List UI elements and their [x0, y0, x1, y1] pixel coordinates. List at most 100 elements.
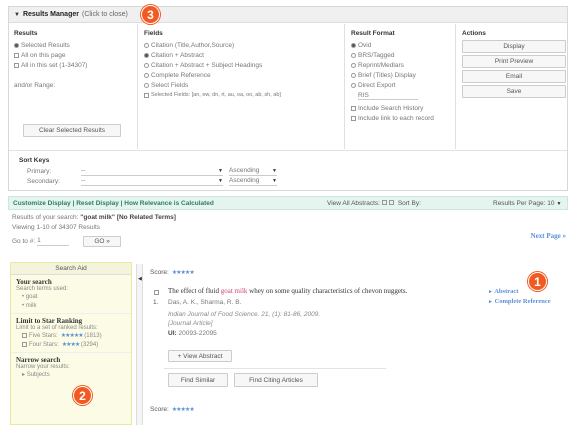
- email-button[interactable]: Email: [462, 70, 566, 83]
- results-per-page[interactable]: Results Per Page: 10 ▼: [493, 200, 561, 207]
- results-manager-columns: Results Selected Results All on this pag…: [9, 24, 567, 149]
- five-stars-icon: ★★★★★: [171, 270, 195, 276]
- search-aid-tab[interactable]: Search Aid: [11, 263, 131, 275]
- sort-by-label[interactable]: Sort By:: [389, 200, 421, 207]
- results-manager-header[interactable]: ▼ Results Manager (Click to close): [9, 7, 567, 23]
- option-all-on-page[interactable]: All on this page: [14, 50, 132, 60]
- results-column-title: Results: [14, 30, 38, 37]
- chevron-down-icon: ▼: [272, 177, 277, 184]
- print-preview-button[interactable]: Print Preview: [462, 55, 566, 68]
- option-citation-abstract-subject[interactable]: Citation + Abstract + Subject Headings: [144, 60, 339, 70]
- checkbox-icon[interactable]: [351, 105, 356, 111]
- secondary-sort-select[interactable]: -- ▼: [81, 177, 223, 186]
- search-term-goat[interactable]: • goat: [16, 292, 126, 301]
- option-brief-display[interactable]: Brief (Titles) Display: [351, 70, 450, 80]
- radio-selected-icon[interactable]: [351, 42, 356, 48]
- results-manager-panel: ▼ Results Manager (Click to close) Resul…: [8, 5, 568, 191]
- radio-icon[interactable]: [351, 62, 356, 68]
- option-citation[interactable]: Citation (Title,Author,Source): [144, 40, 339, 50]
- direct-export-select[interactable]: RIS: [358, 91, 418, 100]
- results-manager-title: Results Manager: [22, 11, 79, 18]
- range-label: and/or Range:: [14, 81, 56, 89]
- next-page-link[interactable]: Next Page »: [531, 232, 566, 240]
- include-link-record[interactable]: Include link to each record: [351, 113, 450, 123]
- sort-secondary-row: Secondary: -- ▼ Ascending ▼: [27, 177, 277, 186]
- radio-icon[interactable]: [144, 62, 149, 68]
- option-ovid[interactable]: Ovid: [351, 40, 450, 50]
- article-title-link[interactable]: The effect of fluid goat milk whey on so…: [168, 287, 407, 295]
- narrow-search-section: Narrow search Narrow your results: ▸ Sub…: [11, 352, 131, 382]
- radio-icon[interactable]: [351, 52, 356, 58]
- article-pubtype: [Journal Article]: [168, 320, 213, 327]
- checkbox-icon[interactable]: [14, 52, 19, 58]
- collapse-triangle-icon[interactable]: ▼: [14, 12, 20, 18]
- goto-row: Go to #: 1 GO »: [12, 236, 122, 247]
- checkbox-icon[interactable]: [381, 200, 387, 206]
- radio-icon[interactable]: [144, 42, 149, 48]
- radio-selected-icon[interactable]: [144, 52, 149, 58]
- display-options-links[interactable]: Customize Display | Reset Display | How …: [13, 200, 214, 207]
- radio-icon[interactable]: [144, 72, 149, 78]
- search-term-milk[interactable]: • milk: [16, 301, 126, 310]
- triangle-right-icon: ▸: [22, 372, 26, 378]
- option-complete-reference[interactable]: Complete Reference: [144, 70, 339, 80]
- triangle-right-icon: ►: [488, 290, 493, 295]
- complete-reference-link[interactable]: ► Complete Reference: [488, 298, 551, 305]
- checkbox-icon[interactable]: [22, 342, 27, 347]
- find-similar-button[interactable]: Find Similar: [168, 373, 228, 387]
- secondary-order-select[interactable]: Ascending ▼: [229, 177, 277, 186]
- radio-selected-icon[interactable]: [14, 42, 19, 48]
- collapse-arrow-icon[interactable]: ◀: [138, 276, 142, 282]
- narrow-subjects[interactable]: ▸ Subjects: [16, 370, 126, 379]
- checkbox-icon[interactable]: [351, 115, 356, 121]
- results-of-search: Results of your search: "goat milk" [No …: [12, 214, 176, 221]
- checkbox-icon[interactable]: [22, 333, 27, 338]
- star-ranking-section: Limit to Star Ranking Limit to a set of …: [11, 313, 131, 352]
- option-citation-abstract[interactable]: Citation + Abstract: [144, 50, 339, 60]
- option-reprint-medlars[interactable]: Reprint/Medlars: [351, 60, 450, 70]
- option-direct-export[interactable]: Direct Export: [351, 80, 450, 90]
- four-stars-filter[interactable]: Four Stars: ★★★★ (3294): [16, 340, 126, 349]
- checkbox-icon[interactable]: [389, 200, 394, 206]
- radio-icon[interactable]: [144, 82, 149, 88]
- option-select-fields[interactable]: Select Fields: [144, 80, 339, 90]
- result-select-checkbox[interactable]: [154, 290, 159, 295]
- radio-icon[interactable]: [351, 72, 356, 78]
- result-format-column: Result Format Ovid BRS/Tagged Reprint/Me…: [346, 24, 456, 149]
- chevron-down-icon: ▼: [272, 167, 277, 174]
- primary-sort-select[interactable]: -- ▼: [81, 167, 223, 176]
- view-all-abstracts-label[interactable]: View All Abstracts:: [327, 200, 389, 207]
- find-citing-articles-button[interactable]: Find Citing Articles: [234, 373, 318, 387]
- go-button[interactable]: GO »: [83, 236, 122, 247]
- option-selected-results[interactable]: Selected Results: [14, 40, 132, 50]
- triangle-right-icon: ►: [488, 300, 493, 305]
- option-brs-tagged[interactable]: BRS/Tagged: [351, 50, 450, 60]
- results-column: Results Selected Results All on this pag…: [9, 24, 138, 149]
- article-journal: Indian Journal of Food Science. 21, (1):…: [168, 311, 321, 318]
- goto-input[interactable]: 1: [37, 237, 70, 246]
- results-toolbar: Customize Display | Reset Display | How …: [8, 196, 568, 210]
- search-aid-sidebar: Search Aid Your search Search terms used…: [10, 262, 132, 425]
- sidebar-splitter[interactable]: ◀: [136, 264, 143, 425]
- five-stars-icon: ★★★★★: [60, 333, 84, 339]
- display-button[interactable]: Display: [462, 40, 566, 53]
- checkbox-icon[interactable]: [144, 92, 149, 98]
- actions-column: Actions Display Print Preview Email Save: [457, 24, 567, 149]
- radio-icon[interactable]: [351, 82, 356, 88]
- fields-column-title: Fields: [144, 30, 163, 37]
- primary-order-select[interactable]: Ascending ▼: [229, 167, 277, 176]
- clear-selected-results-button[interactable]: Clear Selected Results: [23, 124, 121, 137]
- next-result-score: Score: ★★★★★: [150, 406, 195, 413]
- view-abstract-button[interactable]: + View Abstract: [168, 350, 232, 362]
- chevron-down-icon: ▼: [556, 200, 562, 207]
- include-search-history[interactable]: Include Search History: [351, 103, 450, 113]
- checkbox-icon[interactable]: [14, 62, 19, 68]
- abstract-link[interactable]: ► Abstract: [488, 288, 518, 295]
- results-list: Score: ★★★★★ 1. The effect of fluid goat …: [150, 264, 570, 425]
- five-stars-filter[interactable]: Five Stars: ★★★★★ (1813): [16, 331, 126, 340]
- chevron-down-icon: ▼: [218, 167, 223, 174]
- results-manager-close-link[interactable]: (Click to close): [82, 11, 128, 18]
- save-button[interactable]: Save: [462, 85, 566, 98]
- option-all-in-set[interactable]: All in this set (1-34307): [14, 60, 132, 70]
- four-stars-icon: ★★★★: [61, 342, 80, 348]
